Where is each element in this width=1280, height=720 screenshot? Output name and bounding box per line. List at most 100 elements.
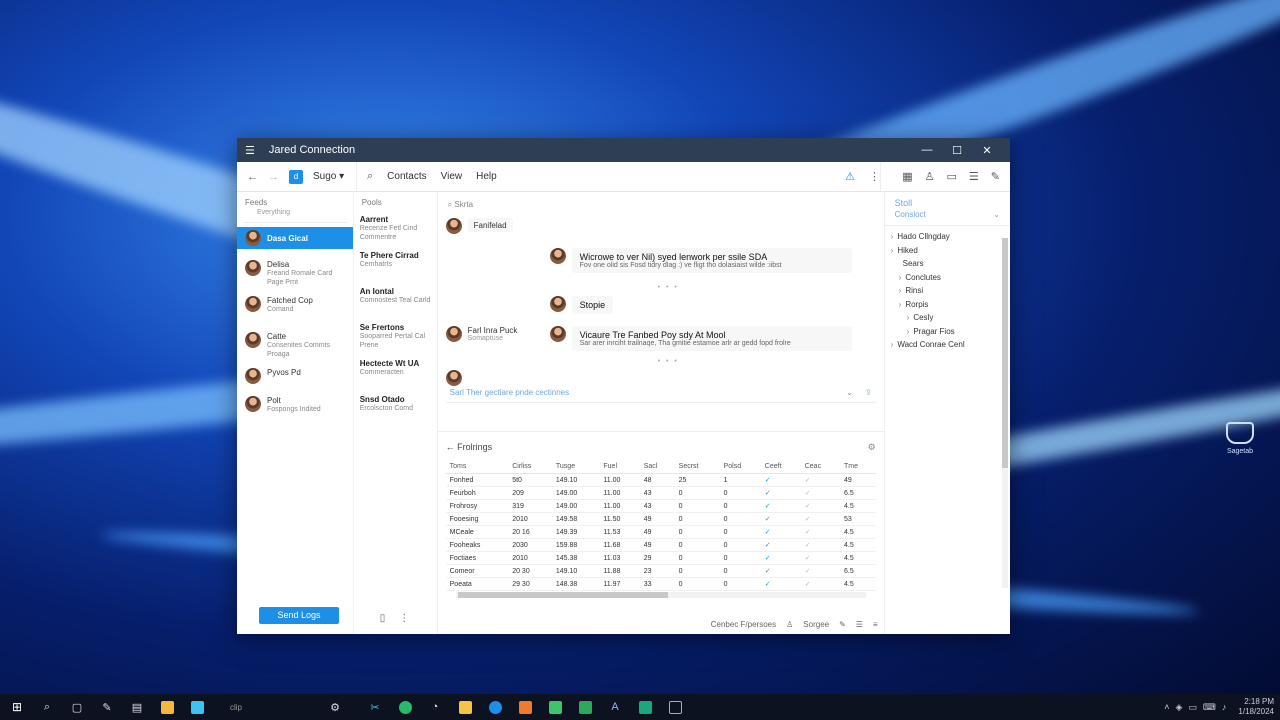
column-header[interactable]: Toms: [445, 460, 509, 474]
network-icon[interactable]: ◈: [1175, 702, 1182, 713]
column-header[interactable]: Cirliss: [508, 460, 552, 474]
chevron-down-icon[interactable]: ⌄: [993, 210, 1000, 219]
menu-view[interactable]: View: [441, 171, 463, 182]
search-icon[interactable]: ⌕: [36, 696, 58, 718]
pool-item[interactable]: Se Frertons Sooparred Pertal Cal Prene: [354, 317, 437, 353]
settings-icon[interactable]: ⚙: [868, 442, 876, 453]
maximize-button[interactable]: ☐: [942, 144, 972, 157]
person-icon[interactable]: ♙: [925, 170, 935, 183]
pool-item[interactable]: Hectecte Wt UA Commeracten: [354, 353, 437, 389]
pool-item[interactable]: Te Phere Cirrad Cemhatrts: [354, 245, 437, 281]
column-header[interactable]: Ceac: [800, 460, 841, 474]
tree-item[interactable]: › Hado Cllngday: [891, 230, 1004, 244]
chevron-up-icon[interactable]: ˄: [1164, 702, 1169, 712]
taskbar-clock[interactable]: 2:18 PM 1/18/2024: [1238, 697, 1274, 717]
attachment-icon[interactable]: ▯: [380, 613, 386, 624]
back-arrow-icon[interactable]: ←: [446, 442, 455, 452]
text-app-icon[interactable]: A: [604, 696, 626, 718]
notification-icon[interactable]: ⚠: [845, 170, 855, 183]
column-header[interactable]: Tusge: [551, 460, 600, 474]
pool-item[interactable]: Aarrent Recenze Fetl Cind Commentre: [354, 209, 437, 245]
battery-icon[interactable]: ▭: [1188, 702, 1197, 713]
browser-icon[interactable]: [484, 696, 506, 718]
store-icon[interactable]: [514, 696, 536, 718]
desktop-shortcut[interactable]: Sagetab: [1218, 422, 1262, 455]
chevron-down-icon[interactable]: ⌄: [846, 388, 853, 397]
column-header[interactable]: Fuel: [599, 460, 640, 474]
forward-arrow-icon[interactable]: →: [268, 171, 279, 183]
column-header[interactable]: Polsd: [719, 460, 761, 474]
app-switcher-dropdown[interactable]: Sugo ▾: [313, 171, 344, 182]
send-icon[interactable]: ⇪: [865, 388, 872, 397]
close-button[interactable]: ✕: [972, 144, 1002, 157]
contact-item[interactable]: Pyvos Pd: [237, 363, 353, 391]
table-row[interactable]: Poeata 29 30 148.38 11.97 33 0 0 ✓ ✓ 4.5: [445, 577, 876, 591]
keyboard-icon[interactable]: ⌨: [1203, 702, 1216, 713]
column-header[interactable]: Secrst: [674, 460, 720, 474]
contact-item[interactable]: Fatched Cop Comand: [237, 291, 353, 327]
hamburger-menu-icon[interactable]: ☰: [245, 144, 255, 157]
pool-item[interactable]: An Iontal Comnostest Teal Carld: [354, 281, 437, 317]
more-options-icon[interactable]: ⋮: [869, 170, 880, 183]
edge-icon[interactable]: [394, 696, 416, 718]
tree-item[interactable]: › Pragar Fios: [891, 325, 1004, 339]
paint-icon[interactable]: [156, 696, 178, 718]
send-logs-button[interactable]: Send Logs: [259, 607, 339, 624]
more-options-icon[interactable]: ⋮: [399, 613, 409, 624]
table-row[interactable]: Foctiaes 2010 145.38 11.03 29 0 0 ✓ ✓ 4.5: [445, 551, 876, 565]
photos-icon[interactable]: [574, 696, 596, 718]
column-header[interactable]: Sacl: [639, 460, 675, 474]
table-row[interactable]: Comeor 20 30 149.10 11.88 23 0 0 ✓ ✓ 6.5: [445, 564, 876, 578]
tree-item[interactable]: Sears: [891, 257, 1004, 271]
tree-item[interactable]: › Cesly: [891, 311, 1004, 325]
column-header[interactable]: Tme: [840, 460, 876, 474]
minimize-button[interactable]: —: [912, 144, 942, 156]
chat-icon[interactable]: ▢: [66, 696, 88, 718]
tools-icon[interactable]: ✂: [364, 696, 386, 718]
contact-item-active[interactable]: Dasa Gical: [237, 227, 353, 249]
contact-item[interactable]: Catte Consenites Commts Proaga: [237, 327, 353, 363]
list-icon[interactable]: ☰: [856, 620, 863, 629]
active-app-icon[interactable]: [634, 696, 656, 718]
vertical-scrollbar[interactable]: [1002, 238, 1008, 588]
menu-contacts[interactable]: Contacts: [387, 171, 426, 182]
table-row[interactable]: Fooesing 2010 149.58 11.50 49 0 0 ✓ ✓ 53: [445, 512, 876, 526]
compose-bar[interactable]: Sarl Ther gectiare pnde cectinnes ⌄ ⇪: [445, 383, 876, 403]
message-bubble[interactable]: Stopie: [549, 296, 614, 314]
tree-item[interactable]: › Rorpis: [891, 298, 1004, 312]
menu-icon[interactable]: ≡: [873, 620, 878, 629]
compose-input[interactable]: Sarl Ther gectiare pnde cectinnes: [450, 388, 569, 397]
scroll-thumb[interactable]: [1002, 238, 1008, 468]
messages-icon[interactable]: [544, 696, 566, 718]
search-icon[interactable]: ⌕: [367, 170, 373, 183]
calculator-icon[interactable]: ▤: [126, 696, 148, 718]
calendar-icon[interactable]: [664, 696, 686, 718]
horizontal-scrollbar[interactable]: [455, 592, 866, 598]
chat-search[interactable]: ⌕ Skrta: [438, 192, 884, 212]
table-row[interactable]: Fonhed 5t0 149.10 11.00 48 25 1 ✓ ✓ 49: [445, 473, 876, 487]
pool-item[interactable]: Snsd Otado Ercolscton Comd: [354, 389, 437, 425]
folder-icon[interactable]: ▭: [947, 170, 957, 183]
table-row[interactable]: Feurboh 209 149.00 11.00 43 0 0 ✓ ✓ 6.5: [445, 486, 876, 500]
clock-app-icon[interactable]: ◔: [424, 696, 446, 718]
list-view-icon[interactable]: ☰: [969, 170, 979, 183]
menu-help[interactable]: Help: [476, 171, 497, 182]
tree-item[interactable]: › Rinsi: [891, 284, 1004, 298]
table-row[interactable]: Frohrosy 319 149.00 11.00 43 0 0 ✓ ✓ 4.5: [445, 499, 876, 513]
start-button[interactable]: ⊞: [6, 696, 28, 718]
file-explorer-icon[interactable]: [454, 696, 476, 718]
tree-item[interactable]: › Conclutes: [891, 271, 1004, 285]
taskbar-search-label[interactable]: clip: [216, 696, 256, 718]
message-bubble[interactable]: Wicrowe to ver Nil) syed lenwork per ssi…: [549, 248, 852, 273]
settings-icon[interactable]: ⚙: [324, 696, 346, 718]
pen-icon[interactable]: ✎: [96, 696, 118, 718]
contact-item[interactable]: Delisa Freand Romale Card Page Prnt: [237, 255, 353, 291]
volume-icon[interactable]: ♪: [1222, 702, 1227, 712]
column-header[interactable]: Ceeft: [760, 460, 801, 474]
scroll-thumb[interactable]: [457, 592, 668, 598]
tree-item[interactable]: › Wacd Conrae Cenl: [891, 338, 1004, 352]
pin-icon[interactable]: ✎: [991, 170, 1000, 183]
table-row[interactable]: Fooheaks 2030 159.88 11.68 49 0 0 ✓ ✓ 4.5: [445, 538, 876, 552]
message-bubble[interactable]: Vicaure Tre Fanbed Poy sdy At Mool Sar a…: [549, 326, 852, 351]
tree-item[interactable]: › Hiked: [891, 244, 1004, 258]
